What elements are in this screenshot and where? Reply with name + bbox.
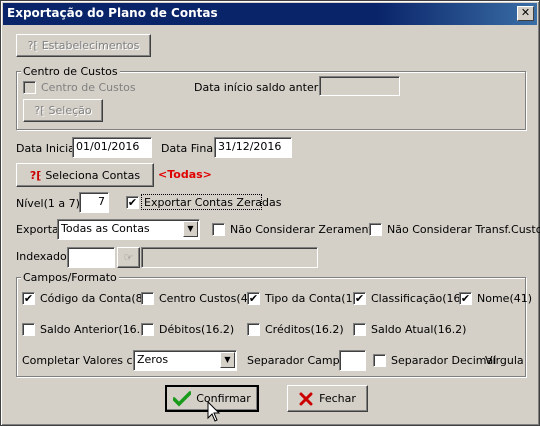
- fechar-label: Fechar: [319, 392, 356, 405]
- exportar-select-value: Todas as Contas: [61, 222, 150, 235]
- codigo-conta-label: Código da Conta(8): [40, 292, 147, 305]
- saldo-anterior-label: Saldo Anterior(16.2): [40, 323, 152, 336]
- completar-valores-value: Zeros: [137, 353, 169, 366]
- separador-campos-label: Separador Campos: [247, 354, 353, 367]
- data-inicio-field[interactable]: [319, 76, 400, 96]
- exportar-contas-zeradas-label: Exportar Contas Zeradas: [144, 196, 282, 209]
- completar-valores-select[interactable]: Zeros ▼: [133, 350, 237, 371]
- nao-considerar-transf-label: Não Considerar Transf.Custos: [387, 223, 540, 236]
- codigo-conta-checkbox[interactable]: ✔: [22, 292, 35, 305]
- help-icon: ?⁅: [29, 168, 42, 182]
- export-dialog: Exportação do Plano de Contas ✕ ?⁅ Estab…: [0, 0, 540, 426]
- window-title: Exportação do Plano de Contas: [7, 6, 218, 20]
- nivel-label: Nível(1 a 7): [16, 197, 80, 210]
- nao-considerar-zeramento-label: Não Considerar Zeramento: [230, 223, 380, 236]
- lookup-icon: ☞: [123, 251, 134, 264]
- close-window-button[interactable]: ✕: [517, 6, 534, 21]
- todas-label: <Todas>: [158, 168, 212, 181]
- campos-formato-group-title: Campos/Formato: [21, 271, 119, 284]
- seleciona-contas-button[interactable]: ?⁅ Seleciona Contas: [16, 163, 154, 187]
- tipo-conta-label: Tipo da Conta(1): [265, 292, 357, 305]
- data-inicial-field[interactable]: 01/01/2016: [72, 137, 152, 158]
- estabelecimentos-button[interactable]: ?⁅ Estabelecimentos: [16, 34, 151, 57]
- help-icon: ?⁅: [27, 39, 38, 52]
- indexador-field[interactable]: [67, 247, 115, 268]
- data-inicial-label: Data Inicial: [16, 142, 78, 155]
- indexador-description: [141, 247, 318, 268]
- nao-considerar-transf-checkbox[interactable]: [369, 223, 382, 236]
- nivel-field[interactable]: 7: [79, 192, 109, 213]
- saldo-atual-checkbox[interactable]: [353, 323, 366, 336]
- fechar-button[interactable]: Fechar: [287, 385, 368, 412]
- classificacao-label: Classificação(16): [371, 292, 465, 305]
- chevron-down-icon[interactable]: ▼: [220, 352, 235, 368]
- exportar-contas-zeradas-checkbox[interactable]: ✔: [126, 196, 139, 209]
- centro-custos-field-label: Centro Custos(4): [159, 292, 252, 305]
- close-icon: [299, 392, 313, 405]
- centro-custos-checkbox-label: Centro de Custos: [41, 81, 136, 94]
- nao-considerar-zeramento-checkbox[interactable]: [212, 223, 225, 236]
- creditos-label: Créditos(16.2): [265, 323, 344, 336]
- chevron-down-icon[interactable]: ▼: [183, 221, 198, 237]
- data-inicio-label: Data início saldo anterior: [194, 81, 333, 94]
- centro-custos-group-title: Centro de Custos: [21, 65, 120, 78]
- centro-custos-field-checkbox[interactable]: [141, 292, 154, 305]
- estabelecimentos-label: Estabelecimentos: [41, 39, 140, 52]
- separador-decimal-checkbox[interactable]: [373, 354, 386, 367]
- data-final-label: Data Final: [161, 142, 217, 155]
- debitos-checkbox[interactable]: [141, 323, 154, 336]
- nome-checkbox[interactable]: ✔: [459, 292, 472, 305]
- saldo-anterior-checkbox[interactable]: [22, 323, 35, 336]
- indexador-label: Indexador: [16, 250, 72, 263]
- title-bar: Exportação do Plano de Contas ✕: [3, 3, 537, 25]
- separador-decimal-value: Vírgula: [485, 354, 524, 367]
- classificacao-checkbox[interactable]: ✔: [353, 292, 366, 305]
- separador-decimal-label: Separador Decimal: [391, 354, 497, 367]
- centro-custos-checkbox[interactable]: [23, 81, 36, 94]
- checkmark-icon: [173, 390, 192, 406]
- selecao-button[interactable]: ?⁅ Seleção: [23, 99, 103, 122]
- saldo-atual-label: Saldo Atual(16.2): [371, 323, 467, 336]
- confirmar-label: Confirmar: [196, 392, 251, 405]
- separador-campos-field[interactable]: [339, 350, 366, 371]
- mouse-cursor-icon: [207, 401, 221, 422]
- creditos-checkbox[interactable]: [247, 323, 260, 336]
- help-icon: ?⁅: [34, 104, 45, 117]
- exportar-select[interactable]: Todas as Contas ▼: [57, 219, 200, 240]
- selecao-label: Seleção: [48, 104, 92, 117]
- debitos-label: Débitos(16.2): [159, 323, 235, 336]
- seleciona-contas-label: Seleciona Contas: [45, 168, 141, 182]
- completar-valores-label: Completar Valores com: [22, 354, 150, 367]
- data-final-field[interactable]: 31/12/2016: [214, 137, 292, 158]
- nome-label: Nome(41): [477, 292, 533, 305]
- tipo-conta-checkbox[interactable]: ✔: [247, 292, 260, 305]
- indexador-lookup-button[interactable]: ☞: [117, 247, 140, 268]
- close-icon: ✕: [520, 6, 531, 19]
